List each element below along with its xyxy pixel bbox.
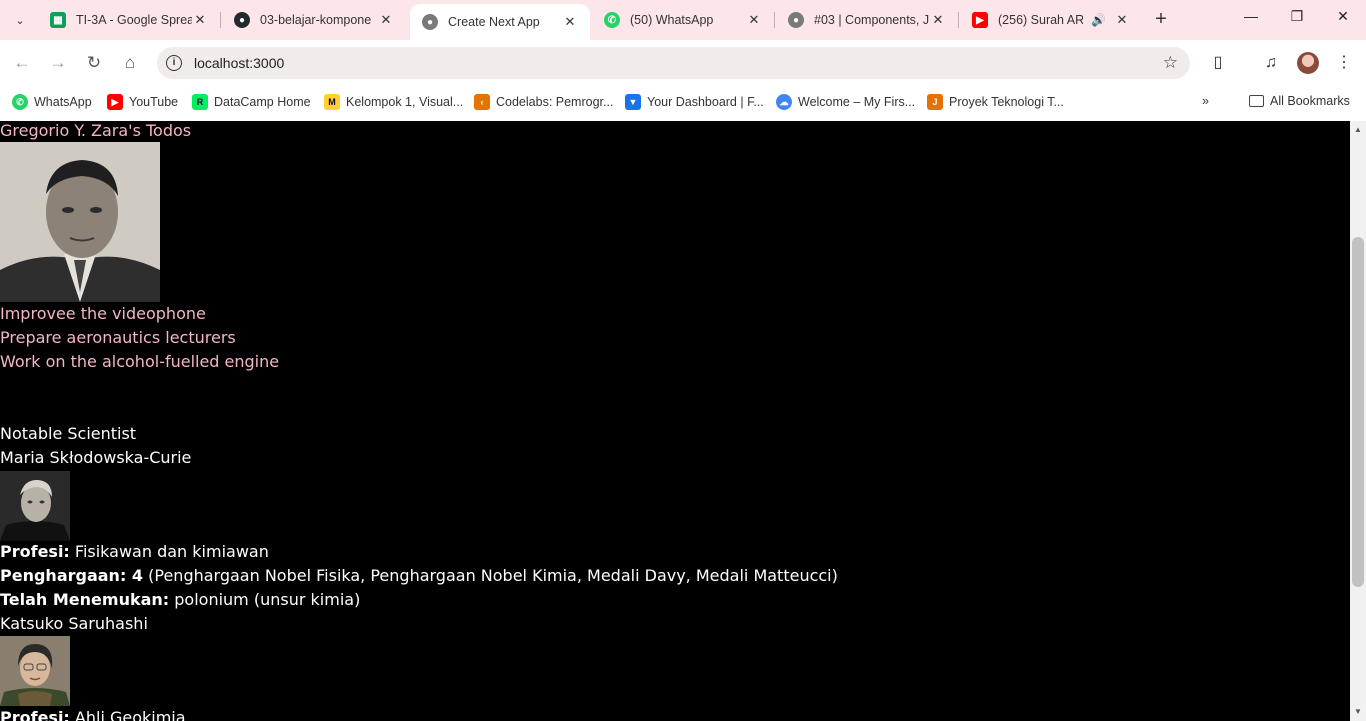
scientist-profession: Profesi: Ahli Geokimia: [0, 708, 186, 721]
bookmark-datacamp[interactable]: R DataCamp Home: [192, 94, 311, 110]
whatsapp-icon: ✆: [12, 94, 28, 110]
bookmark-proyek[interactable]: J Proyek Teknologi T...: [927, 94, 1064, 110]
back-icon[interactable]: ←: [9, 50, 35, 76]
datacamp-icon: R: [192, 94, 208, 110]
reload-icon[interactable]: ↻: [81, 50, 107, 76]
tab-search-icon[interactable]: ⌄: [6, 7, 34, 33]
jira-icon: J: [927, 94, 943, 110]
bookmark-dashboard[interactable]: ▼ Your Dashboard | F...: [625, 94, 764, 110]
sheets-icon: ▦: [50, 12, 66, 28]
forward-icon[interactable]: →: [45, 50, 71, 76]
browser-chrome: ⌄ ▦ TI-3A - Google Sprea ✕ ● 03-belajar-…: [0, 0, 1366, 121]
tab-create-next-app[interactable]: ● Create Next App ✕: [410, 4, 590, 40]
scroll-up-icon[interactable]: ▲: [1350, 123, 1366, 137]
close-icon[interactable]: ✕: [562, 14, 578, 30]
close-icon[interactable]: ✕: [378, 12, 394, 28]
tab-components[interactable]: ● #03 | Components, J ✕: [776, 4, 959, 36]
tab-whatsapp[interactable]: ✆ (50) WhatsApp ✕: [592, 4, 775, 36]
bookmark-star-icon[interactable]: ☆: [1163, 53, 1178, 73]
tab-youtube[interactable]: ▶ (256) Surah AR-R 🔊 ✕: [960, 4, 1142, 36]
bookmarks-bar: ✆ WhatsApp ▶ YouTube R DataCamp Home M K…: [0, 86, 1366, 121]
todo-item: Work on the alcohol-fuelled engine: [0, 352, 280, 371]
portrait-gregorio-zara: [0, 142, 160, 302]
avatar[interactable]: [1297, 52, 1319, 74]
scientist-name: Katsuko Saruhashi: [0, 614, 148, 633]
scientist-name: Maria Skłodowska-Curie: [0, 448, 192, 467]
youtube-icon: ▶: [107, 94, 123, 110]
flutterflow-icon: ▼: [625, 94, 641, 110]
window-close-icon[interactable]: ✕: [1320, 8, 1366, 25]
whatsapp-icon: ✆: [604, 12, 620, 28]
tab-sheets[interactable]: ▦ TI-3A - Google Sprea ✕: [38, 4, 221, 36]
address-bar[interactable]: i localhost:3000 ☆: [157, 47, 1190, 79]
youtube-icon: ▶: [972, 12, 988, 28]
close-icon[interactable]: ✕: [192, 12, 208, 28]
url-text[interactable]: localhost:3000: [194, 55, 284, 71]
scientist-awards: Penghargaan: 4 (Penghargaan Nobel Fisika…: [0, 566, 838, 585]
github-icon: ●: [234, 12, 250, 28]
home-icon[interactable]: ⌂: [117, 50, 143, 76]
bookmark-youtube[interactable]: ▶ YouTube: [107, 94, 178, 110]
tab-github[interactable]: ● 03-belajar-kompone ✕: [222, 4, 406, 36]
globe-icon: ●: [422, 14, 438, 30]
globe-icon: ●: [788, 12, 804, 28]
media-control-icon[interactable]: ♫: [1258, 50, 1284, 76]
scientist-profession: Profesi: Fisikawan dan kimiawan: [0, 542, 269, 561]
close-icon[interactable]: ✕: [746, 12, 762, 28]
bookmark-welcome[interactable]: ☁ Welcome – My Firs...: [776, 94, 915, 110]
extensions-icon[interactable]: ▯: [1205, 50, 1231, 76]
bookmarks-overflow-icon[interactable]: »: [1202, 94, 1209, 108]
page-title: Gregorio Y. Zara's Todos: [0, 121, 192, 140]
folder-icon: [1249, 95, 1264, 107]
todo-item: Improvee the videophone: [0, 304, 206, 323]
bookmark-whatsapp[interactable]: ✆ WhatsApp: [12, 94, 92, 110]
all-bookmarks-button[interactable]: All Bookmarks: [1249, 94, 1350, 108]
codelabs-icon: ‹: [474, 94, 490, 110]
portrait-katsuko-saruhashi: [0, 636, 70, 706]
miro-icon: M: [324, 94, 340, 110]
page-content: Gregorio Y. Zara's Todos Improvee the vi…: [0, 121, 1350, 721]
section-title: Notable Scientist: [0, 424, 137, 443]
speaker-icon[interactable]: 🔊: [1091, 13, 1106, 27]
todo-item: Prepare aeronautics lecturers: [0, 328, 236, 347]
scrollbar-thumb[interactable]: [1352, 237, 1364, 587]
scientist-discovery: Telah Menemukan: polonium (unsur kimia): [0, 590, 361, 609]
close-icon[interactable]: ✕: [930, 12, 946, 28]
google-cloud-icon: ☁: [776, 94, 792, 110]
bookmark-kelompok[interactable]: M Kelompok 1, Visual...: [324, 94, 463, 110]
close-icon[interactable]: ✕: [1114, 12, 1130, 28]
minimize-icon[interactable]: —: [1228, 8, 1274, 24]
menu-kebab-icon[interactable]: ⋮: [1331, 50, 1357, 76]
restore-icon[interactable]: ❐: [1274, 8, 1320, 25]
info-icon[interactable]: i: [166, 55, 182, 71]
scroll-down-icon[interactable]: ▼: [1350, 705, 1366, 719]
new-tab-button[interactable]: +: [1150, 8, 1172, 30]
portrait-maria-curie: [0, 471, 70, 541]
bookmark-codelabs[interactable]: ‹ Codelabs: Pemrogr...: [474, 94, 613, 110]
